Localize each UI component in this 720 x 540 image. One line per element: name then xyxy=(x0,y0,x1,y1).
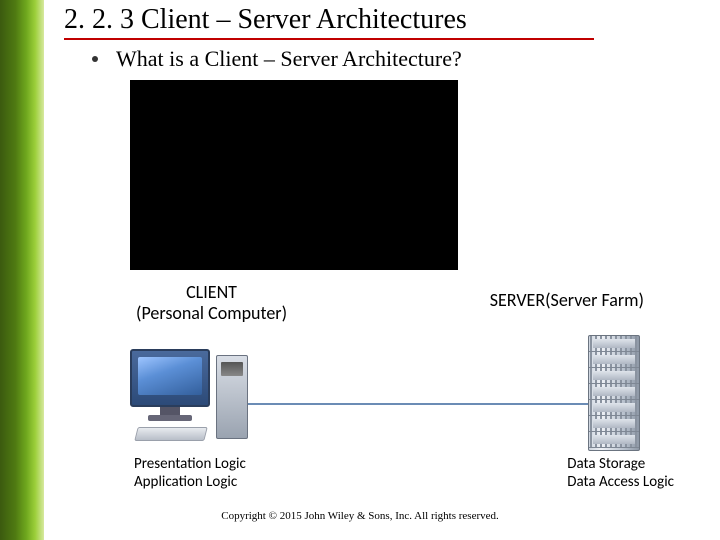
server-label: SERVER(Server Farm) xyxy=(490,290,644,323)
copyright-text: Copyright © 2015 John Wiley & Sons, Inc.… xyxy=(0,510,720,522)
connection-line xyxy=(240,403,610,405)
server-unit xyxy=(589,416,639,432)
tower-icon xyxy=(216,355,248,439)
server-unit xyxy=(589,384,639,400)
server-rack-icon xyxy=(588,335,640,451)
server-unit xyxy=(589,336,639,352)
server-logic-1: Data Storage xyxy=(567,455,674,473)
server-unit xyxy=(589,352,639,368)
server-unit xyxy=(589,368,639,384)
client-label: CLIENT (Personal Computer) xyxy=(136,282,287,323)
monitor-icon xyxy=(130,349,210,407)
diagram-bottom-labels: Presentation Logic Application Logic Dat… xyxy=(100,455,680,491)
client-logic-2: Application Logic xyxy=(134,473,246,491)
diagram-top-labels: CLIENT (Personal Computer) SERVER(Server… xyxy=(100,282,680,323)
slide-content: 2. 2. 3 Client – Server Architectures Wh… xyxy=(64,4,700,72)
server-logic: Data Storage Data Access Logic xyxy=(567,455,674,491)
bullet-icon xyxy=(92,56,98,62)
bullet-text: What is a Client – Server Architecture? xyxy=(116,46,462,72)
client-logic-1: Presentation Logic xyxy=(134,455,246,473)
architecture-diagram: CLIENT (Personal Computer) SERVER(Server… xyxy=(100,282,680,491)
bullet-row: What is a Client – Server Architecture? xyxy=(64,46,700,72)
monitor-stand xyxy=(160,407,180,415)
client-computer-icon xyxy=(130,349,270,449)
server-unit xyxy=(589,432,639,448)
monitor-base xyxy=(148,415,192,421)
keyboard-icon xyxy=(134,427,207,441)
server-title: SERVER(Server Farm) xyxy=(490,290,644,311)
server-unit xyxy=(589,400,639,416)
server-logic-2: Data Access Logic xyxy=(567,473,674,491)
video-placeholder xyxy=(130,80,458,270)
client-logic: Presentation Logic Application Logic xyxy=(134,455,246,491)
slide-title: 2. 2. 3 Client – Server Architectures xyxy=(64,4,594,40)
client-subtitle: (Personal Computer) xyxy=(136,303,287,324)
diagram-figure xyxy=(100,329,680,449)
client-title: CLIENT xyxy=(136,282,287,303)
slide-sidebar xyxy=(0,0,44,540)
